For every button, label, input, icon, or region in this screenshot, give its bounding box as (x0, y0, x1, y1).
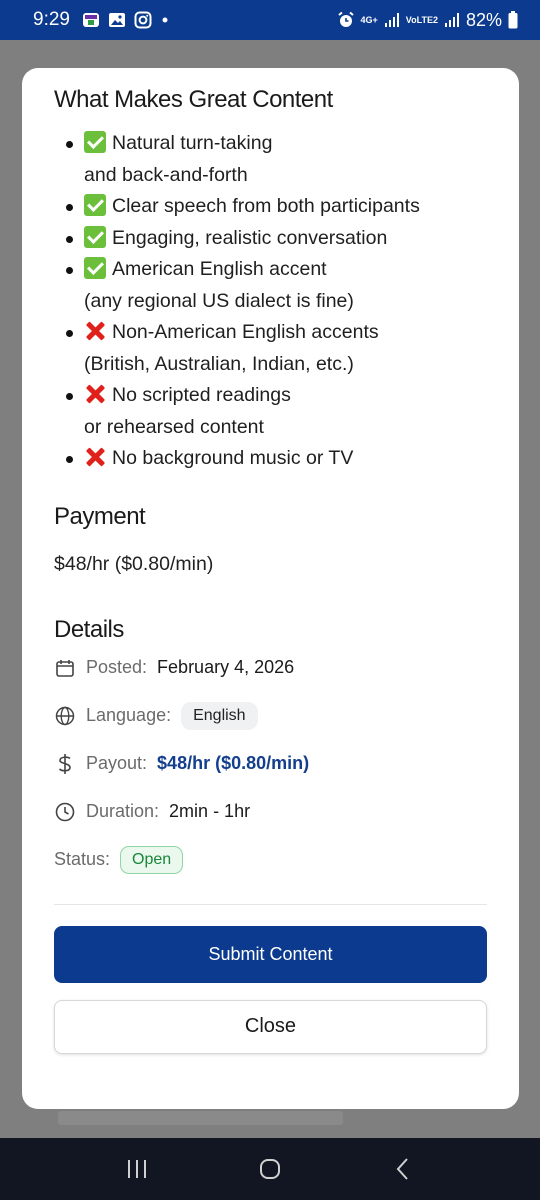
close-button[interactable]: Close (54, 999, 487, 1054)
detail-payout: Payout: $48/hr ($0.80/min) (54, 740, 487, 788)
check-mark-icon (84, 194, 106, 216)
bullet-icon (66, 204, 73, 211)
payment-title: Payment (54, 502, 146, 530)
payout-label: Payout: (86, 753, 148, 773)
background-content-hint (58, 1111, 343, 1125)
guideline-text: No background music or TV (112, 447, 354, 469)
status-time: 9:29 (33, 9, 70, 30)
cross-mark-icon (84, 383, 106, 405)
language-chip: English (181, 701, 258, 730)
payment-value: $48/hr ($0.80/min) (54, 552, 214, 575)
android-navigation-bar (0, 1138, 540, 1200)
guideline-item: Clear speech from both participants (66, 191, 487, 223)
check-mark-icon (84, 131, 106, 153)
guideline-item: Engaging, realistic conversation (66, 223, 487, 255)
check-mark-icon (84, 225, 106, 248)
guideline-text: Natural turn-taking (112, 132, 273, 154)
detail-status: Status: Open (54, 836, 487, 884)
signal-icon (384, 12, 400, 28)
content-details-modal: What Makes Great Content Natural turn-ta… (22, 68, 519, 1109)
bullet-icon (66, 393, 73, 400)
guideline-item: Non-American English accents (British, A… (66, 317, 487, 380)
detail-posted: Posted: February 4, 2026 (54, 644, 487, 692)
guideline-text: Non-American English accents (112, 321, 379, 343)
submit-content-button[interactable]: Submit Content (54, 925, 487, 983)
divider (54, 903, 487, 905)
guideline-text-continued: (any regional US dialect is fine) (84, 289, 354, 312)
status-bar: 9:29 4G+ VoLTE2 82% (0, 0, 540, 40)
more-notifications-dot-icon (160, 15, 170, 25)
signal-2-icon (444, 12, 460, 28)
status-label: Status: (54, 849, 111, 869)
cross-mark-icon (84, 446, 106, 468)
guideline-text-continued: (British, Australian, Indian, etc.) (84, 352, 354, 375)
guideline-item: Natural turn-taking and back-and-forth (66, 128, 487, 191)
guideline-text-continued: and back-and-forth (84, 163, 248, 186)
cross-mark-icon (84, 320, 106, 342)
content-guidelines-title: What Makes Great Content (54, 86, 333, 113)
guideline-text: Clear speech from both participants (112, 195, 420, 217)
detail-duration: Duration: 2min - 1hr (54, 788, 487, 836)
instagram-icon (134, 11, 152, 29)
status-badge: Open (120, 845, 184, 874)
duration-label: Duration: (86, 801, 160, 821)
bullet-icon (66, 456, 73, 463)
app-notification-icon (82, 11, 100, 29)
network-type-label: 4G+ (360, 14, 378, 25)
gallery-icon (108, 11, 126, 29)
check-mark-icon (84, 257, 106, 279)
calendar-icon (54, 657, 76, 679)
details-title: Details (54, 615, 124, 643)
payout-value: $48/hr ($0.80/min) (157, 753, 310, 773)
guideline-text: Engaging, realistic conversation (112, 226, 388, 249)
battery-icon (508, 11, 518, 29)
alarm-icon (337, 11, 355, 29)
guideline-item: No background music or TV (66, 443, 487, 475)
language-label: Language: (86, 705, 172, 725)
duration-value: 2min - 1hr (169, 801, 251, 821)
volte-label: VoLTE2 (405, 14, 438, 25)
guideline-text-continued: or rehearsed content (84, 415, 264, 438)
globe-icon (54, 705, 76, 727)
bullet-icon (66, 330, 73, 337)
clock-icon (54, 801, 76, 823)
bullet-icon (66, 141, 73, 148)
guideline-text: American English accent (112, 258, 327, 280)
guideline-item: No scripted readings or rehearsed conten… (66, 380, 487, 443)
posted-value: February 4, 2026 (157, 657, 295, 677)
guidelines-list: Natural turn-taking and back-and-forth C… (66, 128, 487, 475)
detail-language: Language: English (54, 692, 487, 740)
bullet-icon (66, 235, 73, 243)
guideline-item: American English accent (any regional US… (66, 254, 487, 317)
home-icon[interactable] (250, 1149, 290, 1189)
dollar-icon (54, 753, 76, 775)
battery-percent: 82% (465, 9, 502, 30)
posted-label: Posted: (86, 657, 148, 677)
recent-apps-icon[interactable] (117, 1149, 157, 1189)
guideline-text: No scripted readings (112, 384, 291, 406)
bullet-icon (66, 267, 73, 274)
back-icon[interactable] (383, 1149, 423, 1189)
